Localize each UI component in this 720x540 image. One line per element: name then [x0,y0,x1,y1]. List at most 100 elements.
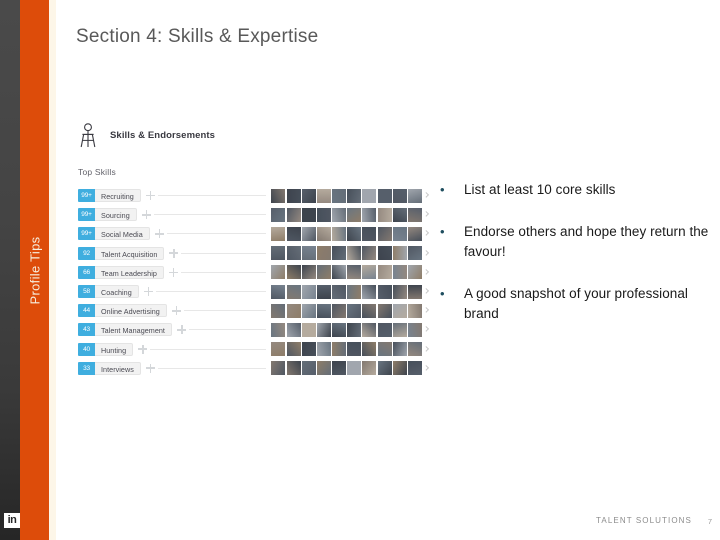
endorser-avatar[interactable] [302,342,316,356]
endorser-avatar[interactable] [302,285,316,299]
endorse-plus-icon[interactable] [144,287,153,296]
endorser-avatar[interactable] [317,227,331,241]
skill-name-chip[interactable]: Hunting [95,343,133,356]
endorser-avatar[interactable] [408,342,422,356]
endorser-avatar[interactable] [332,227,346,241]
chevron-right-icon[interactable] [422,304,430,318]
endorser-avatar[interactable] [271,227,285,241]
endorser-avatar[interactable] [317,342,331,356]
skill-row[interactable]: 58Coaching [78,282,430,301]
endorser-avatar[interactable] [287,323,301,337]
endorser-avatar[interactable] [393,246,407,260]
endorser-avatar[interactable] [408,246,422,260]
skill-name-chip[interactable]: Recruiting [95,189,141,202]
endorser-avatar[interactable] [332,342,346,356]
skill-name-chip[interactable]: Coaching [95,285,139,298]
endorser-avatar[interactable] [347,227,361,241]
endorser-avatar[interactable] [271,323,285,337]
endorser-avatar[interactable] [287,227,301,241]
endorser-avatar[interactable] [271,361,285,375]
skill-row[interactable]: 99+Social Media [78,224,430,243]
skill-name-chip[interactable]: Social Media [95,227,150,240]
endorser-avatar[interactable] [347,323,361,337]
endorse-plus-icon[interactable] [146,364,155,373]
endorser-avatar[interactable] [302,323,316,337]
endorse-plus-icon[interactable] [142,210,151,219]
endorser-avatar[interactable] [347,208,361,222]
endorser-avatar[interactable] [271,304,285,318]
endorser-avatar[interactable] [332,285,346,299]
endorser-avatar[interactable] [317,304,331,318]
skill-row[interactable]: 33Interviews [78,359,430,378]
endorser-avatar[interactable] [287,246,301,260]
endorser-avatar[interactable] [332,189,346,203]
endorser-avatar[interactable] [408,285,422,299]
endorser-avatar[interactable] [332,265,346,279]
endorser-avatar[interactable] [332,361,346,375]
endorser-avatar[interactable] [378,342,392,356]
chevron-right-icon[interactable] [422,361,430,375]
endorser-avatar[interactable] [393,304,407,318]
endorser-avatar[interactable] [378,246,392,260]
chevron-right-icon[interactable] [422,323,430,337]
chevron-right-icon[interactable] [422,265,430,279]
skill-row[interactable]: 43Talent Management [78,320,430,339]
endorser-avatar[interactable] [287,189,301,203]
endorser-avatar[interactable] [378,361,392,375]
endorser-avatar[interactable] [393,361,407,375]
skill-name-chip[interactable]: Sourcing [95,208,137,221]
skill-row[interactable]: 66Team Leadership [78,263,430,282]
endorser-avatar[interactable] [317,246,331,260]
chevron-right-icon[interactable] [422,227,430,241]
endorser-avatar[interactable] [347,304,361,318]
endorser-avatar[interactable] [393,265,407,279]
endorser-avatar[interactable] [378,285,392,299]
endorser-avatar[interactable] [362,361,376,375]
endorse-plus-icon[interactable] [177,325,186,334]
endorser-avatar[interactable] [302,189,316,203]
endorser-avatar[interactable] [393,342,407,356]
endorser-avatar[interactable] [317,265,331,279]
endorser-avatar[interactable] [362,342,376,356]
endorser-avatar[interactable] [332,246,346,260]
skill-name-chip[interactable]: Online Advertising [95,304,167,317]
skill-name-chip[interactable]: Team Leadership [95,266,164,279]
endorser-avatar[interactable] [302,246,316,260]
endorser-avatar[interactable] [362,323,376,337]
endorser-avatar[interactable] [378,304,392,318]
endorser-avatar[interactable] [408,323,422,337]
endorser-avatar[interactable] [362,246,376,260]
endorser-avatar[interactable] [347,246,361,260]
skill-row[interactable]: 99+Sourcing [78,205,430,224]
endorser-avatar[interactable] [378,208,392,222]
endorser-avatar[interactable] [302,304,316,318]
skill-name-chip[interactable]: Talent Acquisition [95,247,164,260]
endorse-plus-icon[interactable] [169,268,178,277]
endorser-avatar[interactable] [378,189,392,203]
endorser-avatar[interactable] [347,342,361,356]
endorser-avatar[interactable] [332,208,346,222]
endorser-avatar[interactable] [287,208,301,222]
endorser-avatar[interactable] [378,323,392,337]
endorser-avatar[interactable] [393,285,407,299]
endorser-avatar[interactable] [347,361,361,375]
endorser-avatar[interactable] [347,265,361,279]
endorser-avatar[interactable] [408,265,422,279]
skill-name-chip[interactable]: Talent Management [95,323,172,336]
skill-name-chip[interactable]: Interviews [95,362,141,375]
endorse-plus-icon[interactable] [155,229,164,238]
skill-row[interactable]: 40Hunting [78,340,430,359]
endorser-avatar[interactable] [408,361,422,375]
chevron-right-icon[interactable] [422,208,430,222]
endorser-avatar[interactable] [332,323,346,337]
endorser-avatar[interactable] [393,189,407,203]
chevron-right-icon[interactable] [422,342,430,356]
chevron-right-icon[interactable] [422,285,430,299]
endorse-plus-icon[interactable] [169,249,178,258]
skill-row[interactable]: 44Online Advertising [78,301,430,320]
endorser-avatar[interactable] [271,265,285,279]
chevron-right-icon[interactable] [422,246,430,260]
endorse-plus-icon[interactable] [172,306,181,315]
endorser-avatar[interactable] [408,189,422,203]
skill-row[interactable]: 92Talent Acquisition [78,244,430,263]
